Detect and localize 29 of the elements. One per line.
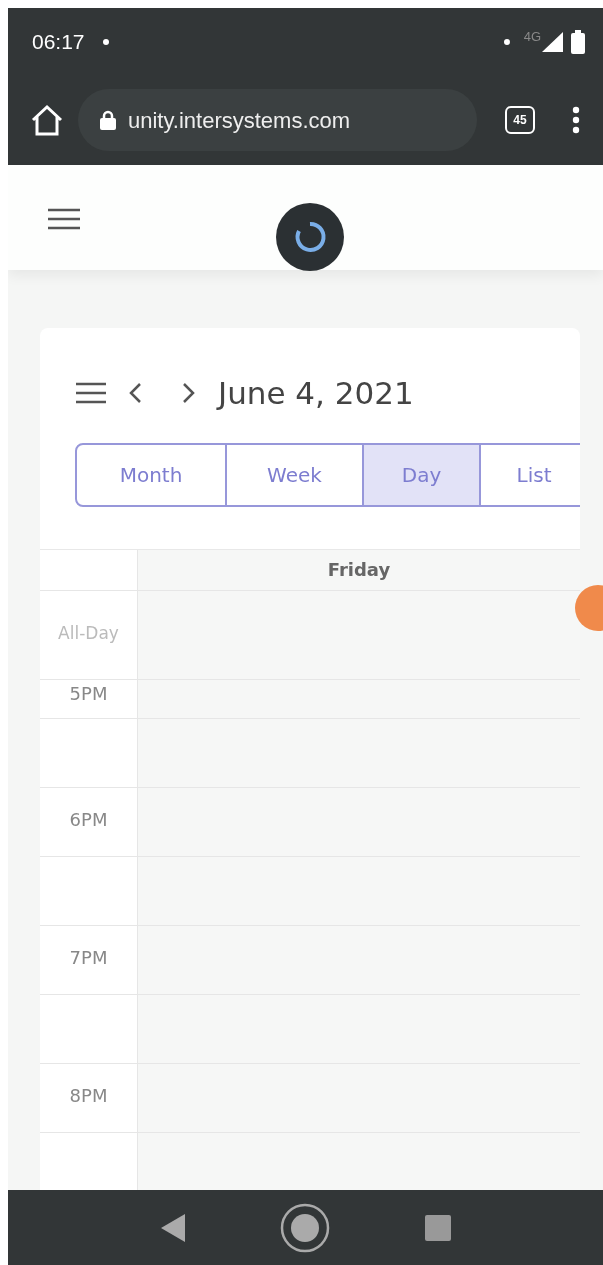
hour-label: 7PM — [69, 947, 108, 968]
date-title: June 4, 2021 — [218, 374, 414, 413]
url-text: unity.intersystems.com — [128, 106, 351, 135]
notification-dot-icon — [503, 38, 510, 45]
more-options-icon[interactable] — [571, 106, 581, 134]
view-tab[interactable]: Week — [225, 442, 364, 507]
all-day-label: All-Day — [58, 621, 119, 645]
notification-dot-icon — [102, 38, 109, 45]
menu-icon[interactable] — [76, 382, 106, 405]
home-button-icon[interactable] — [279, 1202, 330, 1253]
hour-label: 5PM — [69, 684, 108, 703]
network-type: 4G — [523, 27, 541, 46]
clock-time: 06:17 — [32, 28, 85, 55]
hour-label: 6PM — [69, 809, 108, 830]
home-icon[interactable] — [30, 104, 64, 136]
back-icon[interactable] — [160, 1213, 185, 1242]
view-tab[interactable]: Day — [362, 442, 481, 507]
tab-count-button[interactable]: 45 — [505, 106, 535, 134]
view-tab[interactable]: List — [479, 442, 580, 507]
menu-icon[interactable] — [48, 208, 80, 230]
signal-icon — [541, 30, 563, 53]
battery-icon — [571, 29, 585, 54]
address-bar[interactable]: unity.intersystems.com — [78, 89, 477, 151]
hour-label: 8PM — [69, 1085, 108, 1106]
next-icon[interactable] — [182, 382, 196, 405]
view-tab[interactable]: Month — [75, 442, 227, 507]
recents-icon[interactable] — [424, 1214, 451, 1241]
lock-icon — [100, 110, 116, 130]
previous-icon[interactable] — [128, 382, 142, 405]
